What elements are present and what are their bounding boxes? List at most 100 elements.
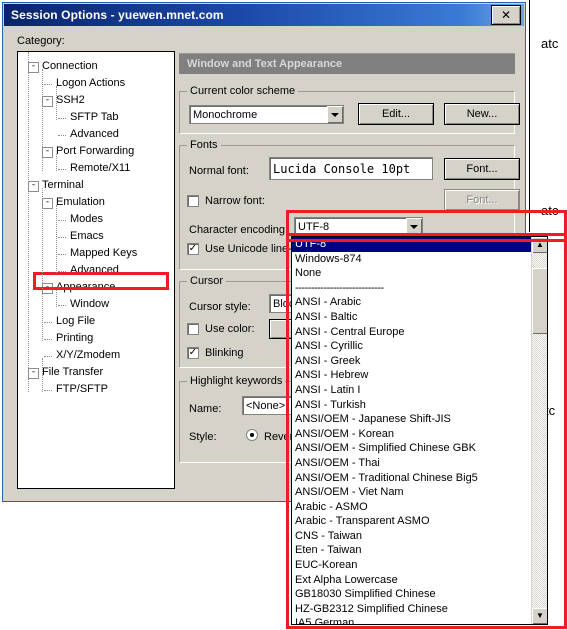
chevron-down-icon[interactable]	[327, 106, 343, 123]
highlight-style-radio[interactable]	[246, 429, 258, 441]
normal-font-button[interactable]: Font...	[444, 158, 520, 180]
unicode-line-drawing-checkbox[interactable]: ✓	[187, 243, 199, 255]
list-item[interactable]: Ext Alpha Lowercase	[292, 573, 531, 588]
narrow-font-checkbox[interactable]	[187, 195, 199, 207]
list-item[interactable]: ANSI - Cyrillic	[292, 339, 531, 354]
category-tree[interactable]: - Connection Logon Actions - SSH2 SFTP Tab Adv…	[17, 51, 175, 489]
tree-connector	[58, 237, 66, 239]
list-item[interactable]: ANSI/OEM - Japanese Shift-JIS	[292, 412, 531, 427]
list-item[interactable]: ANSI/OEM - Simplified Chinese GBK	[292, 441, 531, 456]
chevron-down-icon[interactable]	[406, 218, 422, 235]
sidebar-item-label: Log File	[56, 315, 96, 327]
sidebar-item-x-y-zmodem[interactable]: X/Y/Zmodem	[22, 347, 174, 364]
sidebar-item-appearance[interactable]: - Appearance	[22, 279, 174, 296]
background-text-1: atc	[541, 36, 559, 51]
list-item[interactable]: CNS - Taiwan	[292, 529, 531, 544]
list-item[interactable]: ----------------------------	[292, 281, 531, 296]
color-scheme-combo[interactable]: Monochrome	[189, 105, 344, 124]
sidebar-item-label: Printing	[56, 332, 94, 344]
sidebar-item-ssh2[interactable]: - SSH2	[22, 92, 174, 109]
list-item[interactable]: HZ-GB2312 Simplified Chinese	[292, 602, 531, 617]
list-item[interactable]: ANSI - Arabic	[292, 295, 531, 310]
edit-color-scheme-button[interactable]: Edit...	[358, 103, 434, 125]
scroll-down-button[interactable]: ▼	[532, 608, 547, 624]
close-button[interactable]: ✕	[491, 5, 521, 25]
normal-font-value: Lucida Console 10pt	[273, 161, 411, 176]
sidebar-item-emacs[interactable]: Emacs	[22, 228, 174, 245]
list-item[interactable]: Eten - Taiwan	[292, 543, 531, 558]
normal-font-field[interactable]: Lucida Console 10pt	[269, 157, 433, 180]
sidebar-item-sftp-tab[interactable]: SFTP Tab	[22, 109, 174, 126]
close-icon: ✕	[500, 8, 512, 22]
sidebar-item-window[interactable]: Window	[22, 296, 174, 313]
normal-font-button-label: Font...	[466, 163, 498, 175]
list-item[interactable]: IA5 German	[292, 616, 531, 624]
tree-connector	[58, 271, 66, 273]
sidebar-item-emulation[interactable]: - Emulation	[22, 194, 174, 211]
narrow-font-label: Narrow font:	[205, 195, 265, 207]
narrow-font-button-label: Font...	[466, 194, 498, 206]
list-item[interactable]: ANSI/OEM - Thai	[292, 456, 531, 471]
list-item[interactable]: ANSI/OEM - Korean	[292, 427, 531, 442]
character-encoding-combo[interactable]: UTF-8	[294, 217, 423, 236]
highlight-name-label: Name:	[189, 403, 222, 415]
list-item[interactable]: ANSI - Hebrew	[292, 368, 531, 383]
sidebar-item-label: Connection	[42, 60, 98, 72]
list-item[interactable]: ANSI - Baltic	[292, 310, 531, 325]
list-item[interactable]: ANSI - Latin I	[292, 383, 531, 398]
new-color-scheme-button[interactable]: New...	[444, 103, 520, 125]
sidebar-item-mapped-keys[interactable]: Mapped Keys	[22, 245, 174, 262]
tree-connector	[44, 390, 52, 392]
use-color-checkbox[interactable]	[187, 323, 199, 335]
sidebar-item-log-file[interactable]: Log File	[22, 313, 174, 330]
scrollbar-thumb[interactable]	[532, 268, 547, 334]
list-item[interactable]: None	[292, 266, 531, 281]
sidebar-item-ftp-sftp[interactable]: FTP/SFTP	[22, 381, 174, 398]
character-encoding-value: UTF-8	[298, 220, 330, 233]
pane-header: Window and Text Appearance	[179, 53, 515, 74]
window-title: Session Options - yuewen.mnet.com	[11, 8, 224, 22]
list-item[interactable]: Arabic - Transparent ASMO	[292, 514, 531, 529]
list-item[interactable]: ANSI/OEM - Viet Nam	[292, 485, 531, 500]
tree-guide-line	[28, 171, 30, 358]
scroll-up-button[interactable]: ▲	[532, 237, 547, 253]
scroll-down-icon: ▼	[536, 611, 544, 620]
sidebar-item-advanced[interactable]: Advanced	[22, 126, 174, 143]
tree-guide-line	[42, 69, 44, 171]
list-item[interactable]: ANSI - Central Europe	[292, 325, 531, 340]
sidebar-item-label: SFTP Tab	[70, 111, 119, 123]
sidebar-item-label: File Transfer	[42, 366, 104, 378]
sidebar-item-file-transfer[interactable]: - File Transfer	[22, 364, 174, 381]
tree-guide-line	[56, 86, 58, 120]
list-item[interactable]: Windows-874	[292, 252, 531, 267]
list-item[interactable]: GB18030 Simplified Chinese	[292, 587, 531, 602]
new-button-label: New...	[466, 108, 498, 120]
list-item[interactable]: ANSI - Greek	[292, 354, 531, 369]
cursor-style-label: Cursor style:	[189, 301, 251, 313]
sidebar-item-terminal[interactable]: - Terminal	[22, 177, 174, 194]
check-icon: ✓	[188, 243, 198, 254]
sidebar-item-logon-actions[interactable]: Logon Actions	[22, 75, 174, 92]
sidebar-item-remote-x11[interactable]: Remote/X11	[22, 160, 174, 177]
dropdown-scrollbar[interactable]: ▲ ▼	[531, 237, 547, 624]
sidebar-item-printing[interactable]: Printing	[22, 330, 174, 347]
list-item[interactable]: ANSI - Turkish	[292, 398, 531, 413]
sidebar-item-advanced[interactable]: Advanced	[22, 262, 174, 279]
tree-guide-line	[42, 188, 44, 341]
color-scheme-value: Monochrome	[193, 108, 258, 121]
blinking-label: Blinking	[205, 347, 244, 359]
tree-connector	[58, 169, 66, 171]
list-item[interactable]: UTF-8	[292, 237, 531, 252]
list-item[interactable]: EUC-Korean	[292, 558, 531, 573]
tree-guide-line	[56, 205, 58, 273]
tree-guide-line	[56, 290, 58, 307]
sidebar-item-connection[interactable]: - Connection	[22, 58, 174, 75]
title-bar[interactable]: Session Options - yuewen.mnet.com ✕	[4, 4, 524, 26]
sidebar-item-modes[interactable]: Modes	[22, 211, 174, 228]
sidebar-item-port-forwarding[interactable]: - Port Forwarding	[22, 143, 174, 160]
list-item[interactable]: ANSI/OEM - Traditional Chinese Big5	[292, 471, 531, 486]
list-item[interactable]: Arabic - ASMO	[292, 500, 531, 515]
sidebar-item-label: Advanced	[70, 128, 119, 140]
blinking-checkbox[interactable]: ✓	[187, 347, 199, 359]
character-encoding-dropdown-list[interactable]: UTF-8 Windows-874 None --------------------…	[291, 236, 548, 625]
